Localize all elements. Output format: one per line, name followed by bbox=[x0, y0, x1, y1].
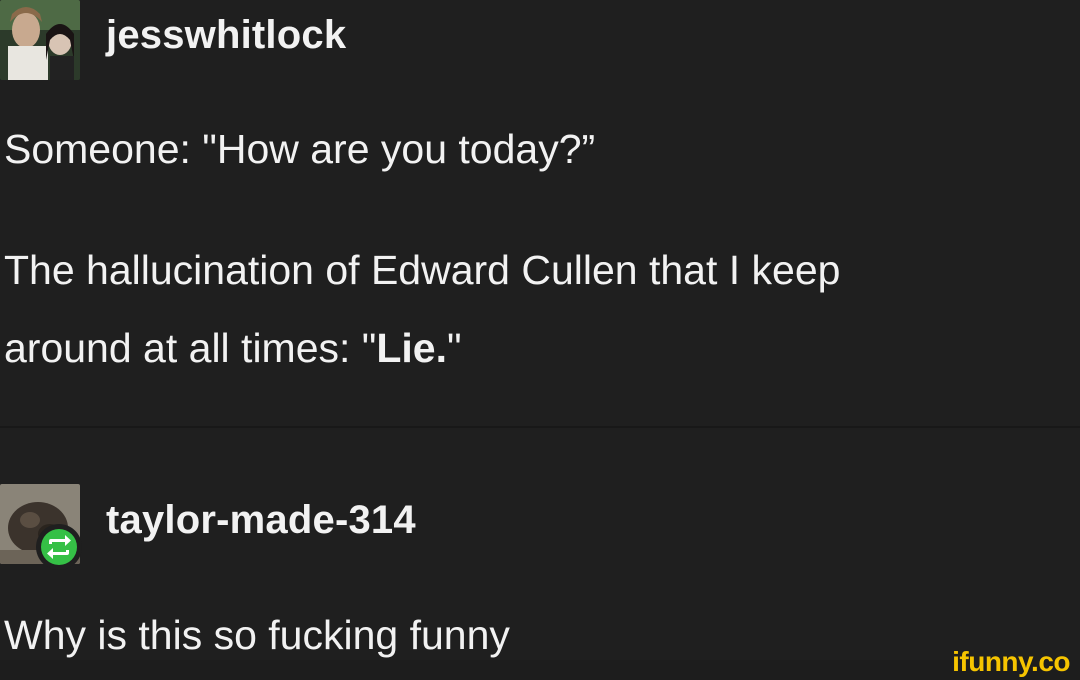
post-taylor-made-314: taylor-made-314 Why is this so fucking f… bbox=[0, 428, 1080, 660]
post-username[interactable]: jesswhitlock bbox=[106, 13, 346, 58]
post-text-quote: " bbox=[446, 325, 462, 371]
reblog-badge bbox=[36, 524, 82, 570]
post-text-line: The hallucination of Edward Cullen that … bbox=[4, 247, 841, 293]
post-text-emphasis: Lie. bbox=[376, 325, 447, 371]
post-text: around at all times: " bbox=[4, 325, 377, 371]
avatar-jesswhitlock[interactable] bbox=[0, 0, 80, 80]
post-username[interactable]: taylor-made-314 bbox=[106, 498, 416, 543]
post-text-line-last: around at all times: "Lie." bbox=[4, 309, 462, 387]
post-jesswhitlock: jesswhitlock Someone: "How are you today… bbox=[0, 0, 1080, 428]
reblog-icon bbox=[47, 535, 71, 559]
ifunny-watermark: ifunny.co bbox=[952, 646, 1070, 677]
footer-strip: ifunny.co bbox=[0, 646, 1080, 680]
post-text-line: Someone: "How are you today?” bbox=[4, 126, 596, 172]
